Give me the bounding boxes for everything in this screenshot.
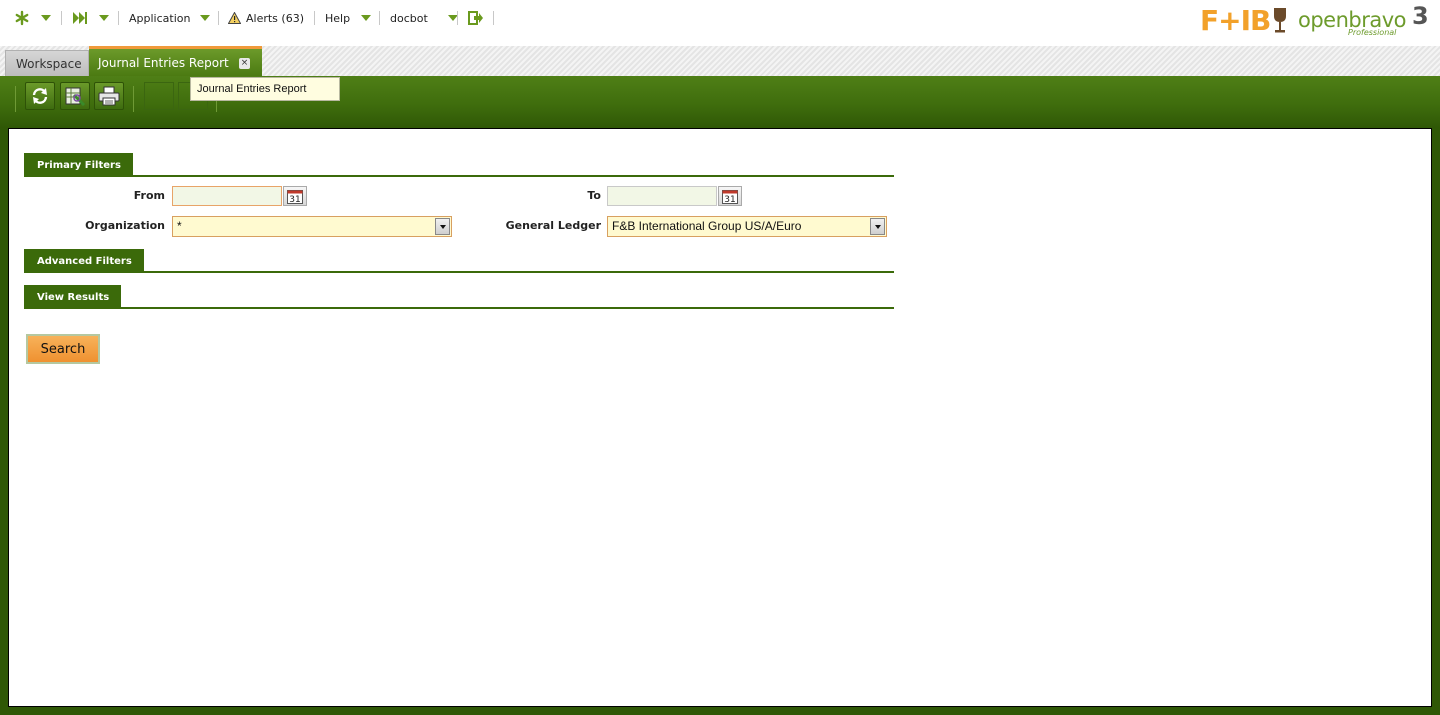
from-calendar-button[interactable]: 31 bbox=[283, 186, 307, 206]
primary-filters-section[interactable]: Primary Filters bbox=[24, 153, 894, 177]
printer-icon bbox=[98, 86, 120, 106]
organization-select[interactable]: * bbox=[172, 216, 452, 237]
refresh-button[interactable] bbox=[25, 82, 55, 110]
nav-divider bbox=[493, 11, 494, 25]
to-label: To bbox=[587, 189, 601, 202]
tab-tooltip: Journal Entries Report bbox=[190, 77, 340, 101]
chevron-down-icon[interactable] bbox=[435, 218, 450, 235]
calendar-day-text: 31 bbox=[289, 195, 300, 204]
toolbar-disabled-button bbox=[144, 82, 174, 110]
view-results-section[interactable]: View Results bbox=[24, 285, 894, 309]
user-menu[interactable]: docbot bbox=[390, 0, 458, 36]
from-date-input[interactable] bbox=[172, 186, 282, 206]
quick-launch-button[interactable] bbox=[14, 0, 51, 36]
advanced-filters-section[interactable]: Advanced Filters bbox=[24, 249, 894, 273]
logout-button[interactable] bbox=[468, 0, 484, 36]
nav-divider bbox=[118, 11, 119, 25]
toolbar-divider bbox=[15, 86, 16, 112]
report-form-panel: Primary Filters From 31 To 31 Organizati… bbox=[8, 128, 1432, 707]
logout-icon bbox=[468, 11, 483, 25]
advanced-filters-label: Advanced Filters bbox=[24, 249, 144, 273]
tab-journal-entries-report-label: Journal Entries Report bbox=[98, 55, 229, 70]
close-icon[interactable]: × bbox=[239, 58, 250, 69]
tab-journal-entries-report[interactable]: Journal Entries Report × bbox=[89, 46, 262, 76]
calendar-icon: 31 bbox=[722, 189, 738, 204]
print-button[interactable] bbox=[94, 82, 124, 110]
top-navigation-bar: Application Alerts (63) Help docbot F+IB bbox=[0, 0, 1440, 40]
help-menu[interactable]: Help bbox=[325, 0, 372, 36]
openbravo-version: 3 bbox=[1412, 2, 1429, 30]
general-ledger-label: General Ledger bbox=[505, 219, 601, 232]
organization-label: Organization bbox=[85, 219, 165, 232]
general-ledger-selected-value: F&B International Group US/A/Euro bbox=[612, 219, 802, 233]
fb-logo-text: F+IB bbox=[1200, 3, 1271, 37]
asterisk-icon bbox=[15, 10, 29, 26]
toolbar-divider bbox=[133, 86, 134, 112]
content-frame: Primary Filters From 31 To 31 Organizati… bbox=[0, 128, 1440, 715]
calendar-day-text: 31 bbox=[724, 195, 735, 204]
tab-strip: Workspace Journal Entries Report × bbox=[0, 46, 1440, 76]
to-date-input[interactable] bbox=[607, 186, 717, 206]
openbravo-edition: Professional bbox=[1348, 28, 1397, 37]
tab-workspace[interactable]: Workspace bbox=[5, 50, 89, 76]
alerts-link[interactable]: Alerts (63) bbox=[228, 0, 304, 36]
to-calendar-button[interactable]: 31 bbox=[718, 186, 742, 206]
general-ledger-select[interactable]: F&B International Group US/A/Euro bbox=[607, 216, 887, 237]
fast-forward-icon bbox=[73, 12, 87, 24]
chevron-down-icon bbox=[41, 15, 51, 21]
refresh-icon bbox=[32, 88, 48, 104]
help-menu-label: Help bbox=[325, 11, 351, 25]
primary-filters-label: Primary Filters bbox=[24, 153, 133, 177]
nav-divider bbox=[314, 11, 315, 25]
calendar-icon: 31 bbox=[287, 189, 303, 204]
nav-divider bbox=[457, 11, 458, 25]
organization-selected-value: * bbox=[177, 219, 182, 233]
chevron-down-icon bbox=[361, 15, 372, 21]
warning-icon bbox=[228, 12, 241, 24]
nav-divider bbox=[61, 11, 62, 25]
chevron-down-icon bbox=[200, 15, 211, 21]
user-menu-label: docbot bbox=[390, 11, 428, 25]
nav-divider bbox=[379, 11, 380, 25]
export-spreadsheet-button[interactable] bbox=[60, 82, 90, 110]
spreadsheet-export-icon bbox=[65, 87, 86, 107]
wine-glass-icon bbox=[1274, 8, 1287, 33]
search-button[interactable]: Search bbox=[26, 334, 100, 364]
openbravo-logo: openbravo Professional 3 bbox=[1298, 2, 1434, 38]
quick-create-button[interactable] bbox=[72, 0, 109, 36]
nav-divider bbox=[218, 11, 219, 25]
application-menu-label: Application bbox=[129, 11, 191, 25]
application-menu[interactable]: Application bbox=[129, 0, 211, 36]
chevron-down-icon[interactable] bbox=[870, 218, 885, 235]
chevron-down-icon bbox=[99, 15, 109, 21]
view-results-label: View Results bbox=[24, 285, 122, 309]
from-label: From bbox=[133, 189, 165, 202]
alerts-label: Alerts (63) bbox=[246, 11, 304, 25]
fb-logo: F+IB bbox=[1200, 3, 1288, 37]
tab-workspace-label: Workspace bbox=[16, 56, 82, 71]
